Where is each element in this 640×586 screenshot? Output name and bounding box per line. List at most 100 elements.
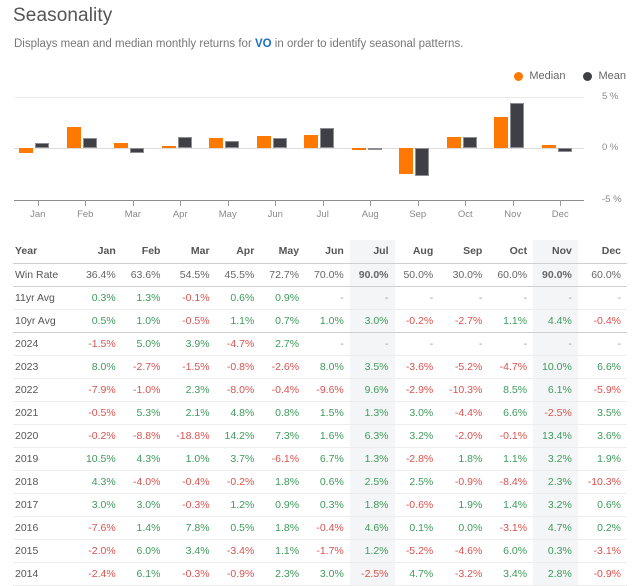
cell-2016-mar: 7.8% <box>166 516 216 540</box>
cell-2018-mar: -0.4% <box>166 470 216 494</box>
bar-mean-feb[interactable] <box>82 137 97 148</box>
cell-2014-mar: -0.3% <box>166 562 216 586</box>
bar-mean-apr[interactable] <box>177 136 192 148</box>
bar-median-may[interactable] <box>209 137 223 148</box>
cell-2015-apr: -3.4% <box>215 539 261 563</box>
bar-mean-jun[interactable] <box>272 137 287 148</box>
cell-2018-jun: 0.6% <box>305 470 350 494</box>
cell-win-rate-feb: 63.6% <box>121 263 167 287</box>
cell-2020-apr: 14.2% <box>215 424 261 448</box>
bar-median-oct[interactable] <box>446 136 461 148</box>
col-header-jun[interactable]: Jun <box>305 240 350 264</box>
col-header-jul[interactable]: Jul <box>349 240 395 264</box>
x-label-dec: Dec <box>551 209 569 220</box>
cell-2020-jul: 6.3% <box>349 424 395 448</box>
col-header-mar[interactable]: Mar <box>166 240 216 264</box>
cell-2022-mar: 2.3% <box>166 378 216 402</box>
chart-group-feb <box>62 97 110 200</box>
cell-2022-sep: -10.3% <box>439 378 489 402</box>
bar-median-jan[interactable] <box>19 148 33 154</box>
cell-2023-aug: -3.6% <box>394 355 440 379</box>
bar-median-aug[interactable] <box>351 148 366 150</box>
col-header-apr[interactable]: Apr <box>215 240 261 264</box>
col-header-may[interactable]: May <box>260 240 306 264</box>
bar-mean-sep[interactable] <box>415 148 429 176</box>
bar-median-jul[interactable] <box>304 134 318 148</box>
cell-2019-jan: 10.5% <box>77 447 122 471</box>
bar-median-feb[interactable] <box>66 126 81 148</box>
cell-2016-apr: 0.5% <box>215 516 261 540</box>
cell-2022-apr: -8.0% <box>215 378 261 402</box>
cell-10yr-avg-may: 0.7% <box>260 309 306 333</box>
cell-2017-oct: 1.4% <box>488 493 534 517</box>
cell-2016-aug: 0.1% <box>394 516 440 540</box>
seasonality-bar-chart: Jan Feb Mar Apr May Jun Jul Aug Sep Oct Nov Dec 5 %… <box>14 91 626 227</box>
bar-mean-aug[interactable] <box>367 148 382 150</box>
x-tick-may <box>227 200 229 206</box>
legend-item-median[interactable]: Median <box>514 70 565 82</box>
col-header-oct[interactable]: Oct <box>488 240 534 264</box>
bar-median-sep[interactable] <box>399 148 413 174</box>
x-tick-jun <box>275 200 277 206</box>
bar-mean-nov[interactable] <box>510 103 524 148</box>
cell-10yr-avg-aug: -0.2% <box>394 309 440 333</box>
cell-2022-jul: 9.6% <box>349 378 395 402</box>
cell-2020-sep: -2.0% <box>439 424 489 448</box>
cell-2022-aug: -2.9% <box>394 378 440 402</box>
cell-10yr-avg-oct: 1.1% <box>488 309 534 333</box>
cell-2020-may: 7.3% <box>260 424 306 448</box>
cell-2022-may: -0.4% <box>260 378 306 402</box>
cell-2022-jan: -7.9% <box>77 378 122 402</box>
legend-item-mean[interactable]: Mean <box>583 70 626 82</box>
ticker-link-vo[interactable]: VO <box>255 38 272 50</box>
col-header-sep[interactable]: Sep <box>439 240 489 264</box>
cell-2016-jun: -0.4% <box>305 516 350 540</box>
cell-2020-nov: 13.4% <box>533 424 578 448</box>
cell-2018-aug: 2.5% <box>394 470 440 494</box>
col-header-feb[interactable]: Feb <box>121 240 167 264</box>
bar-mean-jan[interactable] <box>35 142 49 148</box>
x-tick-jan <box>37 200 39 206</box>
cell-11yr-avg-may: 0.9% <box>260 286 306 310</box>
cell-2017-jun: 0.3% <box>305 493 350 517</box>
x-tick-sep <box>417 200 419 206</box>
cell-2024-nov: - <box>533 332 578 356</box>
cell-2016-sep: 0.0% <box>439 516 489 540</box>
table-head: Year Jan Feb Mar Apr May Jun Jul Aug Sep Oct Nov Dec <box>13 240 627 264</box>
cell-2014-oct: 3.4% <box>488 562 534 586</box>
legend-label-median: Median <box>529 70 566 82</box>
bar-median-mar[interactable] <box>114 142 128 148</box>
table-row: Win Rate 36.4% 63.6% 54.5% 45.5% 72.7% 70.0% 90… <box>13 263 627 287</box>
chart-legend: Median Mean <box>514 70 626 82</box>
x-tick-mar <box>132 200 134 206</box>
table-row: 2024 -1.5% 5.0% 3.9% -4.7% 2.7% - - - - - - - <box>13 332 627 356</box>
subtitle-text-pre: Displays mean and median monthly returns… <box>14 38 255 50</box>
col-header-nov[interactable]: Nov <box>533 240 578 264</box>
col-header-jan[interactable]: Jan <box>77 240 122 264</box>
col-header-dec[interactable]: Dec <box>577 240 627 264</box>
bar-median-dec[interactable] <box>541 144 556 148</box>
col-header-aug[interactable]: Aug <box>394 240 440 264</box>
x-tick-feb <box>85 200 87 206</box>
bar-mean-oct[interactable] <box>462 136 477 148</box>
bar-mean-dec[interactable] <box>557 148 572 153</box>
cell-11yr-avg-jun: - <box>305 286 350 310</box>
bar-median-jun[interactable] <box>256 135 271 148</box>
cell-2021-jan: -0.5% <box>77 401 122 425</box>
bar-mean-mar[interactable] <box>130 148 144 154</box>
chart-group-apr <box>157 97 205 200</box>
cell-2023-may: -2.6% <box>260 355 306 379</box>
bar-mean-jul[interactable] <box>320 127 334 148</box>
x-label-jul: Jul <box>316 209 329 220</box>
bar-median-nov[interactable] <box>494 117 508 148</box>
cell-2015-jul: 1.2% <box>349 539 395 563</box>
cell-2023-sep: -5.2% <box>439 355 489 379</box>
cell-win-rate-jun: 70.0% <box>305 263 350 287</box>
bar-mean-may[interactable] <box>225 140 239 148</box>
cell-2018-sep: -0.9% <box>439 470 489 494</box>
bar-median-apr[interactable] <box>161 145 176 148</box>
row-label-2014: 2014 <box>13 562 77 586</box>
table-row: 2018 4.3% -4.0% -0.4% -0.2% 1.8% 0.6% 2.5% 2.5% -… <box>13 470 627 494</box>
col-header-year[interactable]: Year <box>13 240 77 264</box>
seasonality-table: Year Jan Feb Mar Apr May Jun Jul Aug Sep Oct Nov Dec… <box>13 240 627 586</box>
